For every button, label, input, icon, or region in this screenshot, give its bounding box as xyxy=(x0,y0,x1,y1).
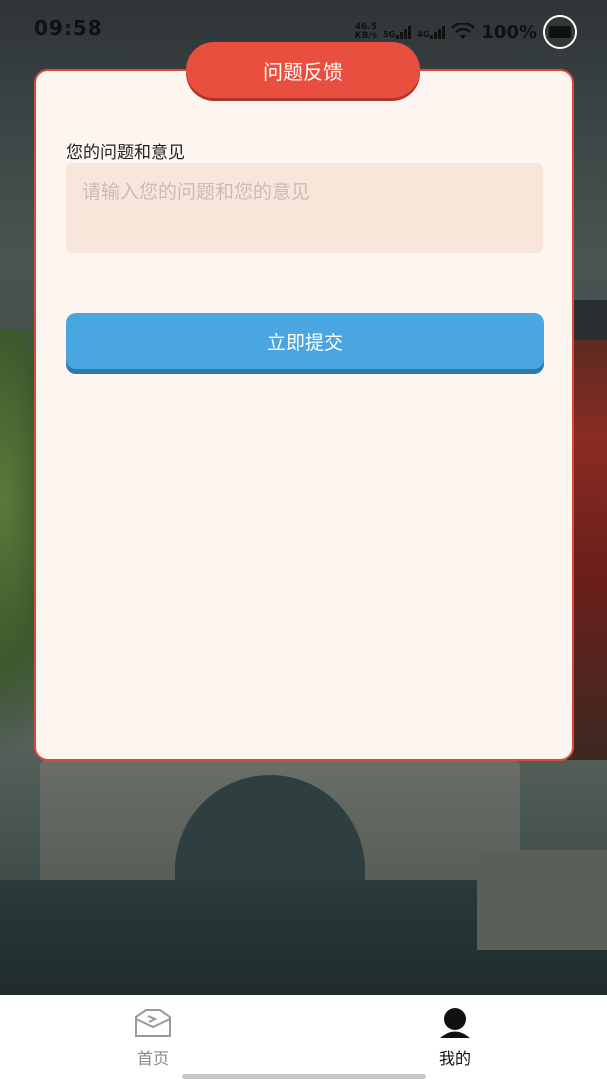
home-icon xyxy=(135,1009,171,1037)
nav-item-home[interactable]: 首页 xyxy=(103,1007,203,1073)
signal-5g: 5G xyxy=(383,25,412,39)
background-stone-wall xyxy=(477,850,607,950)
battery-percent: 100% xyxy=(481,21,537,43)
signal-bars-icon xyxy=(396,25,412,39)
signal-4g-label: 4G xyxy=(417,29,430,39)
feedback-input[interactable] xyxy=(66,163,543,253)
bottom-nav: 首页 我的 xyxy=(0,995,607,1080)
user-icon xyxy=(440,1008,470,1038)
feedback-card: 您的问题和意见 立即提交 xyxy=(34,69,574,761)
submit-button[interactable]: 立即提交 xyxy=(66,313,544,369)
signal-4g: 4G xyxy=(417,25,446,39)
wifi-icon xyxy=(451,23,476,39)
nav-item-mine[interactable]: 我的 xyxy=(405,1007,505,1073)
nav-item-mine-label: 我的 xyxy=(438,1049,471,1068)
gesture-bar xyxy=(182,1074,426,1079)
network-speed: 46.5 KB/s xyxy=(355,23,377,41)
signal-bars-icon xyxy=(430,25,446,39)
page-title: 问题反馈 xyxy=(186,42,420,98)
nav-item-home-label: 首页 xyxy=(136,1049,169,1068)
signal-5g-label: 5G xyxy=(383,29,396,39)
network-speed-unit: KB/s xyxy=(354,31,378,41)
battery-icon xyxy=(543,15,577,49)
status-time: 09:58 xyxy=(34,16,103,40)
feedback-field-label: 您的问题和意见 xyxy=(66,143,185,163)
